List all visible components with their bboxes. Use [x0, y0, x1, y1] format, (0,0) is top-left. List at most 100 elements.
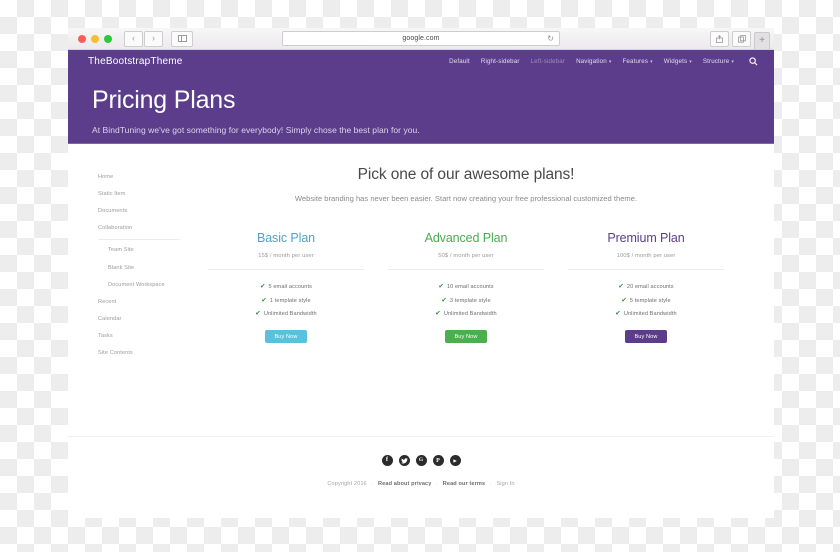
page-title: Pricing Plans	[92, 86, 236, 114]
plan-price-basic: 15$ / month per user	[258, 253, 314, 259]
plan-feature-label: 5 email accounts	[268, 284, 313, 291]
share-icon	[716, 34, 723, 43]
google-plus-icon[interactable]: G	[415, 455, 427, 466]
sidebar-item-documents[interactable]: Documents	[98, 202, 188, 219]
nav-item-features[interactable]: Features ▾	[622, 58, 652, 65]
plan-price-advanced: 50$ / month per user	[438, 253, 494, 259]
sidebar-item-calendar[interactable]: Calendar	[98, 311, 188, 328]
plan-divider	[388, 269, 544, 270]
footer-link-signin[interactable]: Sign In	[496, 481, 514, 487]
buy-now-button-premium[interactable]: Buy Now	[625, 330, 667, 343]
address-bar[interactable]: google.com ↻	[282, 31, 560, 46]
plan-feature-label: Unlimited Bandwidth	[443, 311, 497, 318]
plan-feature: ✔ Unlimited Bandwidth	[562, 310, 730, 318]
reload-icon[interactable]: ↻	[547, 34, 554, 43]
facebook-glyph: f	[385, 456, 389, 464]
browser-chrome-bar: ‹ › google.com ↻ +	[68, 28, 774, 50]
sidebar-navigation: Home Static Item Documents Collaboration…	[68, 144, 188, 436]
check-icon: ✔	[621, 296, 627, 304]
plan-feature-label: Unlimited Bandwidth	[623, 311, 677, 318]
plan-price-premium: 100$ / month per user	[616, 253, 676, 259]
footer-separator: ·	[436, 481, 439, 487]
share-button[interactable]	[710, 30, 729, 47]
footer-link-privacy[interactable]: Read about privacy	[378, 481, 431, 487]
plan-divider	[568, 269, 724, 270]
sidebar-divider	[98, 238, 180, 240]
plan-feature: ✔ 5 template style	[562, 296, 730, 305]
show-tabs-button[interactable]	[732, 30, 751, 47]
nav-item-structure[interactable]: Structure ▾	[703, 58, 734, 65]
plan-feature-label: 20 email accounts	[626, 284, 674, 291]
pricing-card-advanced: Advanced Plan 50$ / month per user ✔ 10 e…	[382, 231, 550, 343]
sidebar-item-blank-site[interactable]: Blank Site	[98, 259, 188, 276]
plan-name-basic: Basic Plan	[256, 231, 316, 245]
new-tab-button[interactable]: +	[754, 32, 770, 49]
plan-feature: ✔ Unlimited Bandwidth	[382, 310, 550, 318]
sidebar-item-document-workspace[interactable]: Document Workspace	[98, 276, 188, 293]
footer-copyright: Copyright 2016 · Read about privacy · Re…	[68, 481, 774, 487]
twitter-icon[interactable]	[398, 455, 410, 466]
pinterest-icon[interactable]: P	[432, 455, 444, 466]
chevron-down-icon: ▾	[689, 58, 692, 65]
forward-button[interactable]: ›	[144, 30, 163, 47]
minimize-window-button[interactable]	[91, 34, 99, 43]
nav-item-default[interactable]: Default	[449, 58, 470, 65]
sidebar-item-site-contents[interactable]: Site Contents	[98, 345, 188, 362]
sidebar-item-tasks[interactable]: Tasks	[98, 328, 188, 345]
plan-feature: ✔ 1 template style	[202, 297, 370, 305]
hero-subtitle: At BindTuning we've got something for ev…	[92, 125, 420, 135]
buy-now-button-advanced[interactable]: Buy Now	[445, 330, 487, 343]
nav-item-structure-label: Structure	[702, 57, 730, 65]
plan-feature: ✔ 3 template style	[382, 297, 550, 305]
sidebar-item-recent[interactable]: Recent	[98, 293, 188, 310]
plan-name-advanced: Advanced Plan	[424, 231, 508, 245]
check-icon: ✔	[618, 283, 624, 290]
nav-item-right-sidebar-label: Right-sidebar	[480, 57, 520, 65]
nav-item-left-sidebar[interactable]: Left-sidebar	[531, 58, 565, 65]
sidebar-panel-icon	[177, 35, 187, 42]
chevron-down-icon: ▾	[731, 58, 734, 65]
site-brand[interactable]: TheBootstrapTheme	[88, 56, 183, 67]
footer-separator: ·	[489, 481, 492, 487]
close-window-button[interactable]	[78, 34, 86, 43]
plan-feature: ✔ Unlimited Bandwidth	[202, 310, 370, 318]
nav-item-widgets[interactable]: Widgets ▾	[664, 58, 692, 65]
footer-separator: ·	[371, 481, 374, 487]
pinterest-glyph: P	[436, 457, 440, 464]
new-tab-plus-icon: +	[759, 35, 765, 46]
buy-now-button-basic[interactable]: Buy Now	[265, 330, 307, 343]
plan-feature: ✔ 10 email accounts	[382, 283, 550, 291]
pricing-card-premium: Premium Plan 100$ / month per user ✔ 20 e…	[562, 231, 730, 343]
search-button[interactable]	[749, 56, 758, 66]
tabs-icon	[737, 34, 746, 43]
sidebar-toggle-button-inner[interactable]	[171, 30, 193, 47]
content-subheading: Website branding has never been easier. …	[294, 194, 638, 203]
facebook-icon[interactable]: f	[381, 455, 393, 466]
plan-feature: ✔ 5 email accounts	[202, 283, 370, 291]
sidebar-item-team-site[interactable]: Team Site	[98, 242, 188, 259]
site-footer: f G P ▶ Copyright 2016 · Read about priv…	[68, 436, 774, 487]
nav-item-navigation-label: Navigation	[576, 57, 607, 65]
social-links: f G P ▶	[68, 455, 774, 466]
nav-item-features-label: Features	[622, 57, 649, 65]
address-bar-url: google.com	[402, 35, 440, 42]
sidebar-item-static-item[interactable]: Static Item	[98, 185, 188, 202]
plan-feature-label: 3 template style	[449, 297, 491, 304]
youtube-glyph: ▶	[453, 457, 457, 463]
sidebar-item-collaboration[interactable]: Collaboration	[98, 220, 188, 237]
main-navigation: Default Right-sidebar Left-sidebar Navig…	[449, 56, 758, 66]
nav-item-right-sidebar[interactable]: Right-sidebar	[481, 58, 520, 65]
page-body: Home Static Item Documents Collaboration…	[68, 144, 774, 436]
plan-feature-label: 5 template style	[629, 297, 671, 304]
footer-link-terms[interactable]: Read our terms	[443, 481, 485, 487]
youtube-icon[interactable]: ▶	[449, 455, 461, 466]
maximize-window-button[interactable]	[104, 34, 112, 43]
pricing-plans: Basic Plan 15$ / month per user ✔ 5 email…	[198, 231, 734, 343]
chrome-right-buttons: +	[710, 30, 770, 49]
chevron-down-icon: ▾	[650, 58, 653, 65]
sidebar-item-home[interactable]: Home	[98, 168, 188, 185]
browser-nav-buttons: ‹ ›	[124, 30, 163, 47]
sidebar-toggle-button[interactable]	[171, 30, 193, 47]
back-button[interactable]: ‹	[124, 30, 143, 47]
nav-item-navigation[interactable]: Navigation ▾	[576, 58, 611, 65]
